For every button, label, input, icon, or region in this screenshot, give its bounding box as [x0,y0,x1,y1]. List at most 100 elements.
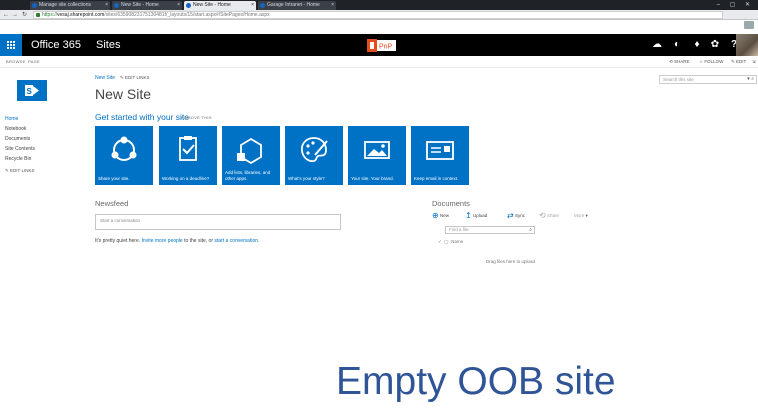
site-title: New Site [95,86,152,102]
tab-label: Manage site collections [39,2,91,8]
svg-text:PnP: PnP [379,44,393,51]
find-file-input[interactable]: Find a file ⌕ [445,226,535,234]
tab-favicon-icon [186,3,191,8]
sites-link[interactable]: Sites [96,34,120,56]
edit-links-label: EDIT LINKS [10,168,35,173]
invite-link[interactable]: Invite more people [142,238,183,244]
quiet-text: It's pretty quiet here. [95,238,142,244]
column-name-header[interactable]: Name [451,239,463,244]
url-path: /sites/63590823175130481f/_layouts/15/st… [104,12,270,18]
sync-button[interactable]: ⇄ Sync [507,211,525,221]
breadcrumb[interactable]: New Site [95,75,115,81]
tile-label: What's your style? [288,176,325,181]
search-icon[interactable]: ⌕ [529,227,532,233]
pencil-icon: ✎ [120,75,124,80]
share-button[interactable]: ⟲ SHARE [669,56,690,68]
share-icon: ⟲ [669,59,673,64]
star-icon: ☆ [699,59,704,64]
url-field[interactable]: https://vesaj.sharepoint.com/sites/63590… [33,11,723,19]
nav-recycle-bin[interactable]: Recycle Bin [5,154,75,164]
pencil-icon: ✎ [731,59,735,64]
office365-brand[interactable]: Office 365 [31,34,81,56]
add-circle-icon: ⊕ [432,211,439,220]
nav-documents[interactable]: Documents [5,134,75,144]
browser-tab[interactable]: New Site - Home × [112,1,182,10]
quick-launch: Home Notebook Documents Site Contents Re… [5,114,75,174]
edit-label: EDIT [736,59,747,64]
start-conversation-link[interactable]: start a conversation [214,238,258,244]
tile-label: Your site. Your brand. [351,176,394,181]
tab-page[interactable]: PAGE [28,56,40,68]
focus-icon[interactable]: ⇲ [752,56,756,68]
remove-this-link[interactable]: REMOVE THIS [181,115,212,120]
sharepoint-logo[interactable]: S [17,80,47,101]
new-button[interactable]: ⊕ New [432,211,449,221]
check-icon[interactable]: ✓ [438,239,442,244]
browser-tab[interactable]: Garage Intranet - Home × [258,1,336,10]
forward-icon[interactable]: → [12,10,18,20]
search-icon[interactable]: ▾ ⌕ [747,76,754,83]
nav-notebook[interactable]: Notebook [5,124,75,134]
search-input[interactable]: Search this site ▾ ⌕ [659,75,757,84]
suite-bar: Office 365 Sites PnP ☁ ◐ ♦ ✿ ? [0,34,758,56]
close-icon[interactable]: × [177,1,180,10]
follow-button[interactable]: ☆ FOLLOW [699,56,723,68]
reload-icon[interactable]: ↻ [22,10,27,20]
cloud-icon[interactable]: ☁ [650,34,664,56]
app-launcher-icon[interactable] [0,34,22,56]
newsfeed-title: Newsfeed [95,199,129,208]
tile-label: Keep email in context. [414,176,459,181]
url-host: vesaj.sharepoint.com [57,12,105,18]
back-icon[interactable]: ← [3,10,9,20]
conversation-placeholder: Start a conversation [100,218,141,223]
url-scheme: https:// [42,12,58,18]
close-icon[interactable]: × [251,1,254,10]
share-doc-label: Share [546,213,559,218]
quiet-text: to the site, or [182,238,215,244]
share-icon [111,136,137,161]
edit-links-top[interactable]: ✎ EDIT LINKS [120,75,149,81]
start-conversation-input[interactable]: Start a conversation [95,214,341,230]
bell-icon[interactable]: ♦ [690,34,704,56]
upload-label: Upload [472,213,488,218]
edit-links-label: EDIT LINKS [125,75,150,80]
user-avatar[interactable] [736,34,758,56]
file-type-icon: ▢ [444,239,449,244]
share-doc-button[interactable]: ⟲ Share [539,211,559,221]
palette-icon [300,137,328,163]
share-icon: ⟲ [539,211,546,220]
tile-label: Share your site. [98,176,130,181]
tab-browse[interactable]: BROWSE [6,56,26,68]
browser-tab-active[interactable]: New Site - Home × [184,1,256,10]
nav-home[interactable]: Home [5,114,75,124]
edit-button[interactable]: ✎ EDIT [731,56,746,68]
upload-button[interactable]: ↥ Upload [465,211,487,221]
more-button[interactable]: More ▾ [574,211,588,221]
documents-title: Documents [432,199,470,208]
nav-site-contents[interactable]: Site Contents [5,144,75,154]
close-icon[interactable]: × [331,1,334,10]
quiet-text: . [258,238,260,244]
extension-icon[interactable] [744,21,754,29]
close-icon[interactable]: × [105,1,108,10]
new-label: New [439,213,449,218]
toggle-icon[interactable]: ◐ [670,34,684,56]
browser-tab[interactable]: Manage site collections × [30,1,110,10]
tile-share-site[interactable]: Share your site. [95,126,153,185]
browser-tab-strip: Manage site collections × New Site - Hom… [0,0,758,10]
brand-picture-icon [364,141,390,159]
documents-column-header: ✓ ▢ Name [438,239,463,245]
tile-email[interactable]: Keep email in context. [411,126,469,185]
more-label: More [574,213,585,218]
tile-add-apps[interactable]: Add lists, libraries, and other apps. [222,126,280,185]
window-controls[interactable]: – ▢ ✕ [717,0,754,10]
newsfeed-quiet-message: It's pretty quiet here. Invite more peop… [95,238,259,244]
tile-style[interactable]: What's your style? [285,126,343,185]
page: Manage site collections × New Site - Hom… [0,0,758,418]
tile-brand[interactable]: Your site. Your brand. [348,126,406,185]
tile-deadline[interactable]: Working on a deadline? [159,126,217,185]
edit-links-nav[interactable]: ✎ EDIT LINKS [5,168,75,174]
sync-icon: ⇄ [507,211,514,220]
gear-icon[interactable]: ✿ [708,34,722,56]
tab-favicon-icon [114,3,119,8]
